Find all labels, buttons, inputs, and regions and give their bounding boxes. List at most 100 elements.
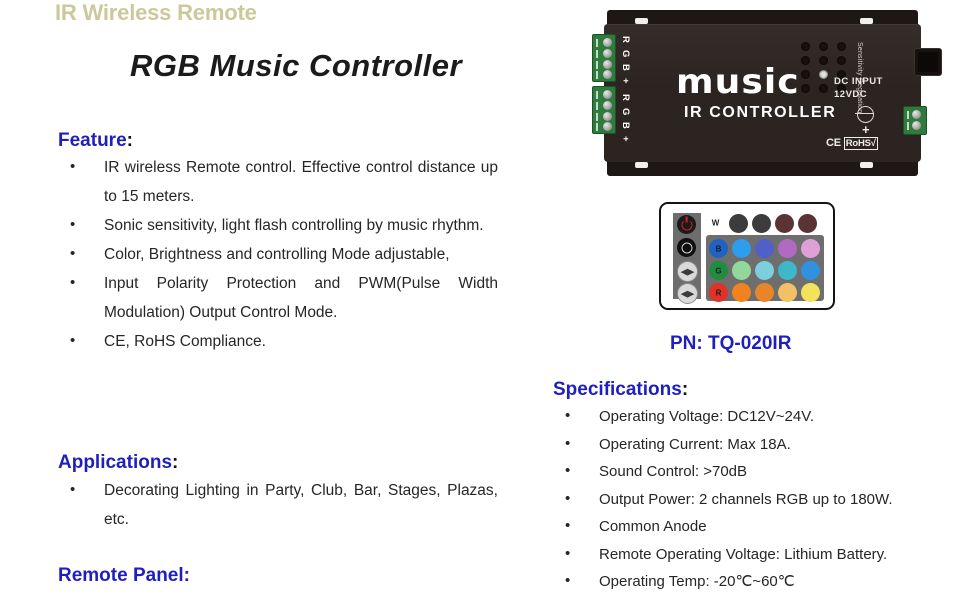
led-column-1	[801, 42, 810, 98]
remote-button-label: B	[715, 244, 722, 253]
list-item: Decorating Lighting in Party, Club, Bar,…	[58, 475, 498, 534]
remote-color-button[interactable]	[732, 283, 751, 302]
terminal-slot	[596, 50, 598, 58]
terminal-slot	[596, 61, 598, 69]
remote-white-button[interactable]: W	[706, 213, 725, 233]
applications-heading-colon: :	[172, 452, 179, 473]
terminal-slot	[596, 113, 598, 121]
remote-mode-button[interactable]	[775, 213, 794, 233]
remote-color-button[interactable]	[755, 283, 774, 302]
list-item: Remote Operating Voltage: Lithium Batter…	[553, 540, 968, 569]
list-item: Common Anode	[553, 512, 968, 541]
terminal-slot	[596, 123, 598, 131]
terminal-screw-icon	[603, 90, 612, 99]
terminal-slot	[907, 122, 909, 130]
remote-color-row-blue: B	[709, 239, 821, 258]
terminal-slot	[596, 102, 598, 110]
led-indicator-active	[819, 70, 828, 79]
remote-panel-heading: Remote Panel:	[58, 565, 190, 587]
remote-color-button[interactable]	[778, 283, 797, 302]
applications-heading: Applications:	[58, 452, 178, 474]
remote-color-button[interactable]	[778, 261, 797, 280]
ir-remote-image: ◀▶ ◀▶ W B G R	[659, 202, 835, 310]
led-column-2	[819, 42, 828, 98]
feature-item-text: IR wireless Remote control. Effective co…	[104, 159, 498, 205]
remote-mode-button[interactable]	[729, 213, 748, 233]
remote-mode-button[interactable]	[752, 213, 771, 233]
remote-color-button[interactable]: G	[709, 261, 728, 280]
arrow-left-icon: ◀▶	[680, 288, 695, 298]
terminal-slot	[907, 111, 909, 119]
remote-color-row-green: G	[709, 261, 821, 280]
feature-heading-label: Feature	[58, 130, 127, 151]
applications-heading-label: Applications	[58, 452, 173, 473]
feature-item-text: Input Polarity Protection and PWM(Pulse …	[104, 275, 498, 321]
led-indicator	[801, 56, 810, 65]
list-item: Operating Current: Max 18A.	[553, 430, 968, 459]
feature-item-text: Color, Brightness and controlling Mode a…	[104, 246, 450, 263]
mounting-slot-icon	[635, 162, 648, 168]
list-item: Sound Control: >70dB	[553, 457, 968, 486]
led-indicator	[801, 84, 810, 93]
list-item: Operating Temp: -20℃~60℃	[553, 567, 968, 596]
led-indicator	[837, 42, 846, 51]
terminal-screw-icon	[603, 101, 612, 110]
right-column: music IR CONTROLLER Sensitivity Regulati…	[545, 0, 971, 609]
spec-item-text: Output Power: 2 channels RGB up to 180W.	[599, 490, 893, 508]
terminal-pin-label-g1: G	[620, 50, 631, 58]
rgb-output-terminal-2	[592, 86, 616, 134]
remote-power-button[interactable]	[677, 215, 696, 234]
potentiometer-icon	[855, 106, 874, 123]
terminal-screw-icon	[603, 112, 612, 121]
remote-color-button[interactable]	[755, 239, 774, 258]
led-indicator	[819, 42, 828, 51]
ir-controller-label: IR CONTROLLER	[684, 104, 837, 121]
feature-item-text: CE, RoHS Compliance.	[104, 333, 266, 350]
terminal-slot	[596, 91, 598, 99]
spec-item-text: Remote Operating Voltage: Lithium Batter…	[599, 545, 888, 563]
page-title: RGB Music Controller	[130, 48, 463, 83]
remote-color-row-red: R	[709, 283, 821, 302]
terminal-pin-label-r1: R	[620, 36, 631, 44]
arrow-right-icon: ◀▶	[680, 266, 695, 276]
specifications-list: Operating Voltage: DC12V~24V. Operating …	[553, 402, 968, 596]
list-item: Operating Voltage: DC12V~24V.	[553, 402, 968, 431]
remote-color-button[interactable]	[732, 239, 751, 258]
terminal-screw-icon	[603, 38, 612, 47]
terminal-screw-icon	[912, 121, 921, 130]
remote-color-button[interactable]	[755, 261, 774, 280]
led-indicator	[819, 56, 828, 65]
remote-color-button[interactable]	[778, 239, 797, 258]
applications-item-text: Decorating Lighting in Party, Club, Bar,…	[104, 482, 498, 528]
led-indicator	[837, 56, 846, 65]
dc-input-label: DC INPUT	[834, 76, 883, 87]
terminal-pin-label-b2: B	[620, 122, 631, 130]
remote-color-button[interactable]: R	[709, 283, 728, 302]
remote-arrow-left-button[interactable]: ◀▶	[677, 283, 698, 304]
dc-voltage-label: 12VDC	[834, 89, 868, 100]
remote-arrow-right-button[interactable]: ◀▶	[677, 261, 698, 282]
remote-color-button[interactable]	[801, 261, 820, 280]
brightness-icon	[681, 242, 692, 253]
remote-brightness-button[interactable]	[677, 238, 696, 257]
page-subtitle: IR Wireless Remote	[55, 0, 257, 25]
spec-item-text: Operating Voltage: DC12V~24V.	[599, 408, 815, 425]
applications-list: Decorating Lighting in Party, Club, Bar,…	[58, 475, 498, 534]
remote-color-button[interactable]	[732, 261, 751, 280]
rohs-mark: RoHS√	[843, 137, 878, 150]
dc-jack-inner	[918, 52, 938, 72]
remote-mode-button[interactable]	[798, 213, 817, 233]
left-column: IR Wireless Remote RGB Music Controller …	[0, 0, 545, 609]
part-number: PN: TQ-020IR	[670, 333, 792, 354]
led-indicator	[819, 84, 828, 93]
ce-mark: CE	[826, 137, 841, 149]
remote-color-button[interactable]	[801, 239, 820, 258]
terminal-screw-icon	[912, 110, 921, 119]
list-item: Output Power: 2 channels RGB up to 180W.	[553, 485, 968, 514]
remote-color-button[interactable]	[801, 283, 820, 302]
remote-color-button[interactable]: B	[709, 239, 728, 258]
remote-button-label: R	[715, 288, 722, 297]
terminal-screw-icon	[603, 60, 612, 69]
dc-jack-connector	[914, 48, 942, 76]
list-item: Sonic sensitivity, light flash controlli…	[58, 210, 498, 240]
